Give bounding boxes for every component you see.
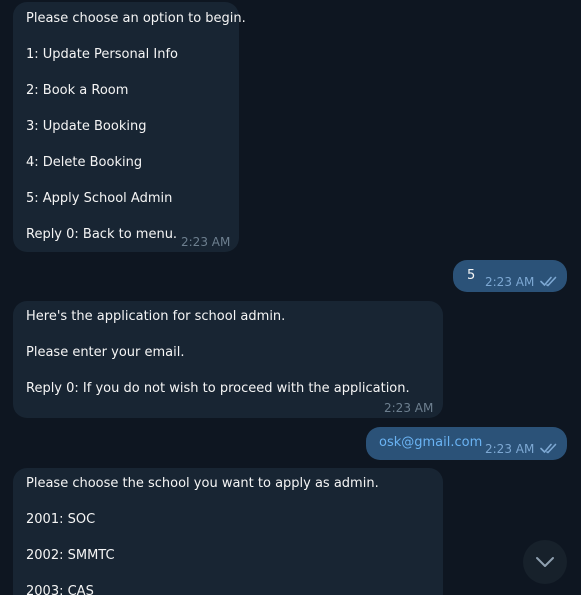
incoming-message: Please choose an option to begin. 1: Upd… bbox=[13, 2, 246, 252]
message-line: 2001: SOC bbox=[26, 512, 96, 527]
message-line: Please choose an option to begin. bbox=[26, 11, 246, 26]
message-line: 5: Apply School Admin bbox=[26, 191, 173, 206]
message-time: 2:23 AM bbox=[485, 442, 535, 456]
message-line: 2003: CAS bbox=[26, 584, 94, 595]
message-line: Please enter your email. bbox=[26, 345, 185, 360]
message-line: 1: Update Personal Info bbox=[26, 47, 178, 62]
outgoing-message: 5 2:23 AM bbox=[453, 260, 567, 292]
double-check-icon bbox=[540, 443, 557, 454]
message-line: Here's the application for school admin. bbox=[26, 309, 286, 324]
message-time: 2:23 AM bbox=[384, 401, 434, 415]
message-line: Reply 0: Back to menu. bbox=[26, 227, 178, 242]
message-line: 2: Book a Room bbox=[26, 83, 129, 98]
message-line: 3: Update Booking bbox=[26, 119, 147, 134]
incoming-message: Please choose the school you want to app… bbox=[13, 468, 443, 595]
incoming-message: Here's the application for school admin.… bbox=[13, 301, 443, 418]
outgoing-message: osk@gmail.com 2:23 AM bbox=[366, 427, 567, 460]
message-line: 4: Delete Booking bbox=[26, 155, 143, 170]
chevron-down-icon bbox=[536, 557, 554, 567]
message-line: Please choose the school you want to app… bbox=[26, 476, 379, 491]
scroll-to-bottom-button[interactable] bbox=[523, 540, 567, 584]
email-link[interactable]: osk@gmail.com bbox=[379, 434, 482, 452]
double-check-icon bbox=[540, 276, 557, 287]
message-text: 5 bbox=[467, 268, 476, 283]
message-line: 2002: SMMTC bbox=[26, 548, 115, 563]
message-line: Reply 0: If you do not wish to proceed w… bbox=[26, 381, 410, 396]
message-time: 2:23 AM bbox=[485, 275, 535, 289]
chat-history[interactable]: Please choose an option to begin. 1: Upd… bbox=[0, 0, 581, 595]
message-time: 2:23 AM bbox=[181, 235, 231, 249]
